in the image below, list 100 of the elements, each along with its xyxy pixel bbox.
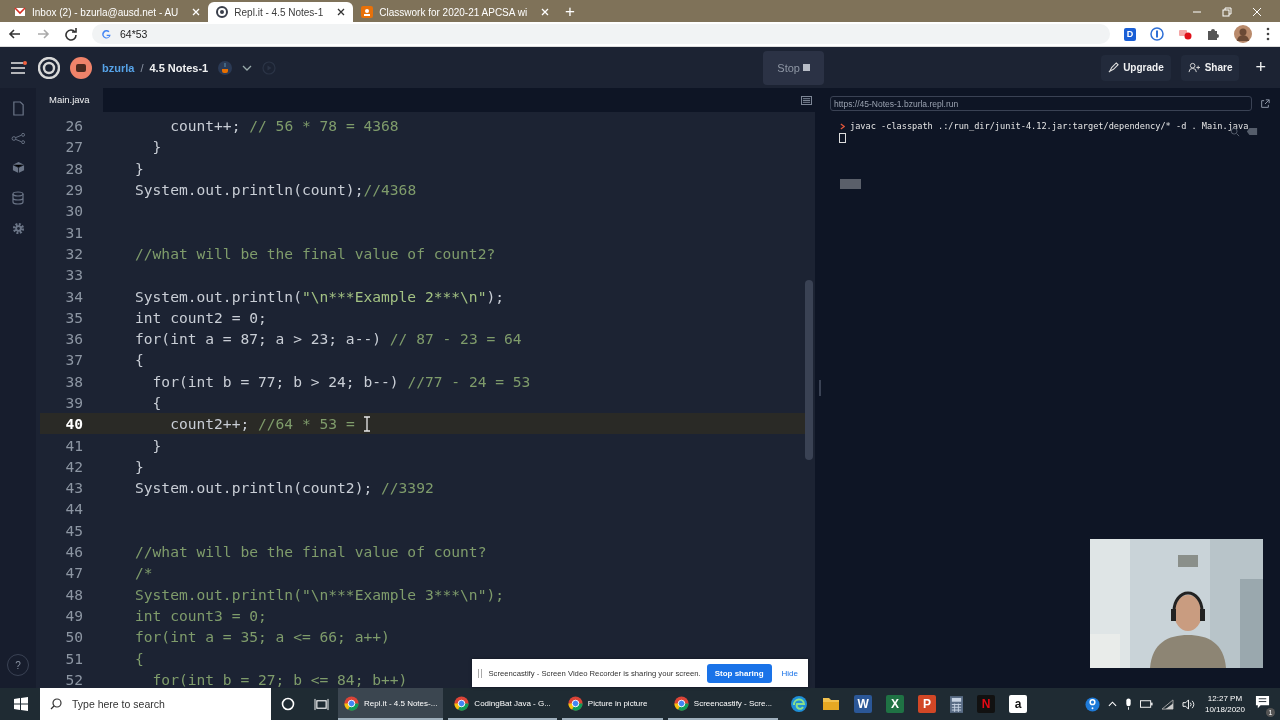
text-cursor-icon xyxy=(364,415,371,432)
close-icon[interactable] xyxy=(337,8,346,16)
battery-icon[interactable] xyxy=(1139,700,1153,708)
app-icon[interactable]: X xyxy=(886,695,905,713)
browser-tab[interactable]: Classwork for 2020-21 APCSA wi xyxy=(353,2,558,22)
taskbar-window[interactable]: CodingBat Java - G... xyxy=(448,688,557,720)
line-number: 36 xyxy=(64,330,83,348)
code-line: //what will be the final value of count? xyxy=(135,543,487,561)
swirl-logo-icon xyxy=(216,6,229,18)
code-line: count2++; //64 * 53 = xyxy=(169,415,356,433)
help-icon[interactable] xyxy=(1084,696,1100,712)
stop-sharing-button[interactable]: Stop sharing xyxy=(706,663,772,683)
stop-button[interactable]: Stop xyxy=(763,50,824,85)
notification-icon[interactable] xyxy=(1255,694,1270,710)
cube-icon[interactable] xyxy=(11,161,25,174)
line-number: 38 xyxy=(64,372,83,390)
user-avatar[interactable] xyxy=(70,56,92,79)
new-tab-button[interactable]: + xyxy=(557,2,584,22)
resize-handle[interactable] xyxy=(819,380,821,396)
file-icon[interactable] xyxy=(11,101,25,116)
menu-icon[interactable] xyxy=(1266,27,1270,41)
share-nodes-icon[interactable] xyxy=(10,133,26,144)
chrome-icon xyxy=(454,695,470,711)
code-line: System.out.println(count);//4368 xyxy=(135,181,417,199)
external-link-icon[interactable] xyxy=(1260,98,1270,109)
file-tab[interactable]: Main.java xyxy=(36,88,103,112)
microphone-icon[interactable] xyxy=(1124,697,1132,711)
clear-icon[interactable] xyxy=(1246,127,1258,136)
line-number: 42 xyxy=(64,457,83,475)
profile-avatar[interactable] xyxy=(1234,25,1252,43)
person-board-icon xyxy=(361,6,374,18)
console-block xyxy=(840,179,861,189)
restore-icon[interactable] xyxy=(1222,7,1232,17)
search-icon xyxy=(50,698,62,710)
address-bar[interactable]: 64*53 xyxy=(92,24,1110,44)
code-line: /* xyxy=(135,564,153,582)
url-field[interactable]: https://45-Notes-1.bzurla.repl.run xyxy=(830,96,1252,111)
folder-icon[interactable] xyxy=(822,696,841,712)
code-line: count++; // 56 * 78 = 4368 xyxy=(169,117,399,135)
taskbar-window[interactable]: Repl.it - 4.5 Notes-... xyxy=(338,688,444,720)
browser-tab[interactable]: Repl.it - 4.5 Notes-1 xyxy=(208,2,354,22)
record-icon[interactable] xyxy=(1178,27,1192,41)
add-person-icon xyxy=(1187,62,1201,73)
menu-icon[interactable] xyxy=(10,60,28,75)
calculator-icon[interactable] xyxy=(950,695,964,713)
clock-time[interactable]: 12:27 PM xyxy=(1207,693,1243,704)
speaker-icon[interactable] xyxy=(1181,698,1195,710)
tab-title: Classwork for 2020-21 APCSA wi xyxy=(379,6,528,18)
taskbar-window[interactable]: Screencastify - Scre... xyxy=(667,688,779,720)
line-number: 29 xyxy=(64,181,83,199)
line-number: 52 xyxy=(64,670,83,688)
layout-icon[interactable] xyxy=(801,95,812,105)
tab-title: Inbox (2) - bzurla@ausd.net - AU xyxy=(32,6,179,18)
code-line: int count3 = 0; xyxy=(135,606,267,624)
app-icon[interactable]: P xyxy=(918,695,937,713)
code-line: } xyxy=(135,457,144,475)
wave-icon[interactable] xyxy=(790,695,809,713)
upgrade-button[interactable]: Upgrade xyxy=(1101,54,1171,81)
terminal-cursor xyxy=(839,133,846,143)
extension-icon[interactable]: D xyxy=(1124,27,1136,41)
line-number: 40 xyxy=(64,415,83,433)
reload-icon[interactable] xyxy=(64,27,78,41)
chrome-icon xyxy=(344,695,359,711)
mail-icon xyxy=(14,6,26,18)
code-line: for(int a = 35; a <= 66; a++) xyxy=(135,628,390,646)
windows-start-icon[interactable] xyxy=(14,697,28,711)
add-button[interactable]: + xyxy=(1249,57,1272,78)
circle-icon[interactable] xyxy=(281,697,295,711)
puzzle-icon[interactable] xyxy=(1206,27,1220,41)
hide-link[interactable]: Hide xyxy=(777,668,802,678)
swirl-logo-icon[interactable] xyxy=(38,56,60,79)
code-line: } xyxy=(135,159,144,177)
code-line: System.out.println("\n***Example 2***\n"); xyxy=(135,287,505,305)
line-number: 51 xyxy=(64,649,83,667)
java-cup-icon[interactable] xyxy=(218,60,233,75)
database-icon[interactable] xyxy=(12,191,24,205)
project-name[interactable]: 4.5 Notes-1 xyxy=(149,61,209,74)
code-line: } xyxy=(151,138,162,156)
line-number: 44 xyxy=(64,500,83,518)
line-number: 48 xyxy=(64,585,83,603)
browser-tab[interactable]: Inbox (2) - bzurla@ausd.net - AU xyxy=(6,2,209,22)
search-field[interactable]: Type here to search xyxy=(40,688,271,720)
code-line: { xyxy=(135,351,144,369)
user-link[interactable]: bzurla xyxy=(102,61,135,74)
clock-date[interactable]: 10/18/2020 xyxy=(1204,704,1245,715)
caret-icon[interactable] xyxy=(242,64,253,71)
app-icon[interactable]: N xyxy=(977,695,996,713)
ring-icon[interactable] xyxy=(1150,27,1164,41)
code-line: System.out.println(count2); //3392 xyxy=(135,479,434,497)
app-icon[interactable]: W xyxy=(854,695,873,713)
back-icon[interactable] xyxy=(8,27,22,41)
taskbar-window[interactable]: Picture in picture xyxy=(561,688,663,720)
code-line: { xyxy=(151,394,162,411)
task-view-icon[interactable] xyxy=(314,697,329,711)
line-number: 39 xyxy=(64,394,83,411)
share-button[interactable]: Share xyxy=(1180,54,1240,81)
app-icon[interactable]: a xyxy=(1009,695,1028,713)
wifi-icon[interactable] xyxy=(1160,698,1174,710)
line-number: 46 xyxy=(64,543,83,561)
settings-icon[interactable] xyxy=(11,222,25,235)
